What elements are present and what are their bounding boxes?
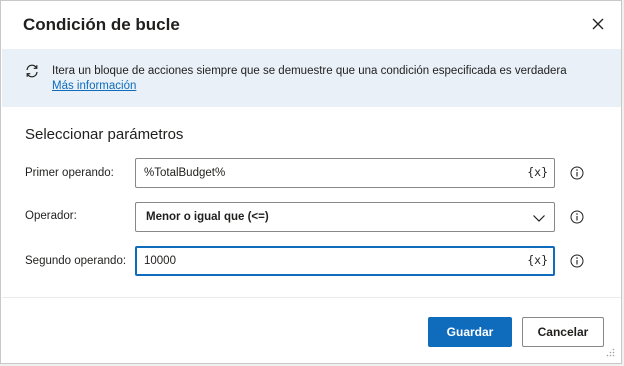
- resize-grip-icon[interactable]: [605, 347, 615, 357]
- first-operand-info-icon[interactable]: [570, 166, 584, 180]
- first-operand-label: Primer operando:: [25, 167, 114, 179]
- first-operand-value: %TotalBudget%: [144, 167, 226, 179]
- operator-selected-value: Menor o igual que (<=): [146, 211, 269, 223]
- loop-icon: [26, 64, 38, 78]
- cancel-button[interactable]: Cancelar: [522, 317, 604, 347]
- second-operand-info-icon[interactable]: [570, 254, 584, 268]
- more-info-link[interactable]: Más información: [52, 80, 136, 92]
- operator-label: Operador:: [25, 210, 77, 222]
- operator-dropdown[interactable]: Menor o igual que (<=): [135, 202, 555, 232]
- action-description: Itera un bloque de acciones siempre que …: [52, 65, 567, 77]
- first-operand-field[interactable]: %TotalBudget% {x}: [135, 158, 555, 188]
- section-title: Seleccionar parámetros: [25, 126, 184, 143]
- second-operand-variable-button[interactable]: {x}: [527, 253, 548, 267]
- save-button[interactable]: Guardar: [428, 317, 512, 347]
- close-button[interactable]: [587, 13, 609, 35]
- close-icon: [592, 18, 604, 30]
- second-operand-label: Segundo operando:: [25, 255, 127, 267]
- dialog-title: Condición de bucle: [23, 15, 180, 34]
- loop-condition-dialog: Condición de bucle Itera un bloque de ac…: [0, 0, 622, 364]
- second-operand-value: 10000: [144, 255, 176, 267]
- operator-info-icon[interactable]: [570, 210, 584, 224]
- info-banner: Itera un bloque de acciones siempre que …: [2, 49, 621, 107]
- chevron-down-icon: [533, 215, 545, 222]
- first-operand-variable-button[interactable]: {x}: [527, 165, 548, 179]
- footer-divider: [2, 297, 621, 298]
- second-operand-field[interactable]: 10000 {x}: [135, 246, 555, 276]
